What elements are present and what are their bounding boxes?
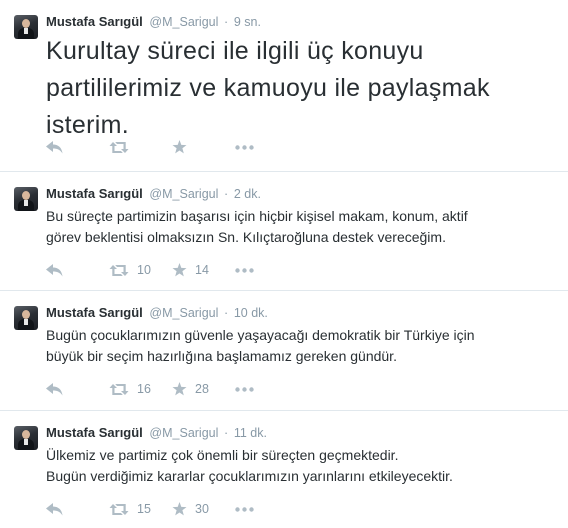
reply-icon <box>46 263 63 276</box>
author-handle[interactable]: @M_Sarigul <box>149 15 218 29</box>
retweet-button[interactable]: 10 <box>109 263 172 277</box>
more-button[interactable] <box>235 144 275 150</box>
tweet-text: Kurultay süreci ile ilgili üç konuyu part… <box>46 33 551 144</box>
favorite-button[interactable]: 30 <box>172 502 235 516</box>
tweet-timeline: Mustafa Sarıgül @M_Sarigul · 9 sn. Kurul… <box>0 0 568 528</box>
tweet-actions: 10 14 <box>46 260 275 280</box>
reply-button[interactable] <box>46 382 109 396</box>
tweet-text-line: Ülkemiz ve partimiz çok önemli bir süreç… <box>46 447 399 463</box>
more-button[interactable] <box>235 506 275 512</box>
more-button[interactable] <box>235 267 275 273</box>
author-name[interactable]: Mustafa Sarıgül <box>46 425 143 440</box>
tweet-text-line: Bugün çocuklarımızın güvenle yaşayacağı … <box>46 327 475 343</box>
favorite-count: 28 <box>195 382 209 396</box>
tweet-text-line: Bu süreçte partimizin başarısı için hiçb… <box>46 208 468 224</box>
tweet-header: Mustafa Sarıgül @M_Sarigul · 9 sn. <box>46 13 261 31</box>
tweet-actions <box>46 137 275 157</box>
author-handle[interactable]: @M_Sarigul <box>149 306 218 320</box>
separator: · <box>224 187 229 201</box>
star-icon <box>172 502 187 516</box>
tweet-timestamp[interactable]: 10 dk. <box>234 306 268 320</box>
avatar[interactable] <box>14 187 38 211</box>
tweet[interactable]: Mustafa Sarıgül @M_Sarigul · 2 dk. Bu sü… <box>0 172 568 291</box>
retweet-count: 16 <box>137 382 151 396</box>
tweet-text-line: görev beklentisi olmaksızın Sn. Kılıçtar… <box>46 229 446 245</box>
author-handle[interactable]: @M_Sarigul <box>149 187 218 201</box>
reply-button[interactable] <box>46 502 109 516</box>
star-icon <box>172 382 187 396</box>
reply-button[interactable] <box>46 263 109 277</box>
tweet-timestamp[interactable]: 2 dk. <box>234 187 261 201</box>
tweet-actions: 15 30 <box>46 499 275 519</box>
retweet-icon <box>109 383 129 395</box>
retweet-icon <box>109 141 129 153</box>
favorite-count: 14 <box>195 263 209 277</box>
separator: · <box>224 426 229 440</box>
favorite-button[interactable]: 28 <box>172 382 235 396</box>
author-name[interactable]: Mustafa Sarıgül <box>46 186 143 201</box>
more-icon <box>235 267 254 273</box>
reply-icon <box>46 502 63 515</box>
retweet-icon <box>109 264 129 276</box>
retweet-count: 10 <box>137 263 151 277</box>
retweet-button[interactable]: 15 <box>109 502 172 516</box>
reply-icon <box>46 140 63 153</box>
avatar[interactable] <box>14 306 38 330</box>
tweet-text: Bu süreçte partimizin başarısı için hiçb… <box>46 206 556 248</box>
avatar[interactable] <box>14 426 38 450</box>
tweet-timestamp[interactable]: 11 dk. <box>234 426 267 440</box>
tweet[interactable]: Mustafa Sarıgül @M_Sarigul · 9 sn. Kurul… <box>0 0 568 172</box>
retweet-button[interactable] <box>109 141 172 154</box>
star-icon <box>172 263 187 277</box>
tweet-actions: 16 28 <box>46 379 275 399</box>
more-icon <box>235 506 254 512</box>
tweet[interactable]: Mustafa Sarıgül @M_Sarigul · 10 dk. Bugü… <box>0 291 568 411</box>
separator: · <box>224 306 229 320</box>
separator: · <box>224 15 229 29</box>
tweet[interactable]: Mustafa Sarıgül @M_Sarigul · 11 dk. Ülke… <box>0 411 568 528</box>
more-icon <box>235 144 254 150</box>
reply-button[interactable] <box>46 140 109 154</box>
author-name[interactable]: Mustafa Sarıgül <box>46 305 143 320</box>
tweet-text-line: Bugün verdiğimiz kararlar çocuklarımızın… <box>46 468 453 484</box>
tweet-text: Ülkemiz ve partimiz çok önemli bir süreç… <box>46 445 556 487</box>
avatar[interactable] <box>14 15 38 39</box>
star-icon <box>172 140 187 154</box>
author-name[interactable]: Mustafa Sarıgül <box>46 14 143 29</box>
tweet-text: Bugün çocuklarımızın güvenle yaşayacağı … <box>46 325 556 367</box>
retweet-icon <box>109 503 129 515</box>
tweet-text-line: büyük bir seçim hazırlığına başlamamız g… <box>46 348 397 364</box>
retweet-button[interactable]: 16 <box>109 382 172 396</box>
tweet-header: Mustafa Sarıgül @M_Sarigul · 2 dk. <box>46 185 261 203</box>
tweet-timestamp[interactable]: 9 sn. <box>234 15 261 29</box>
favorite-count: 30 <box>195 502 209 516</box>
reply-icon <box>46 382 63 395</box>
tweet-text-line: partililerimiz ve kamuoyu ile paylaşmak <box>46 74 490 102</box>
tweet-header: Mustafa Sarıgül @M_Sarigul · 10 dk. <box>46 304 268 322</box>
more-button[interactable] <box>235 386 275 392</box>
more-icon <box>235 386 254 392</box>
favorite-button[interactable] <box>172 140 235 154</box>
retweet-count: 15 <box>137 502 151 516</box>
favorite-button[interactable]: 14 <box>172 263 235 277</box>
tweet-text-line: Kurultay süreci ile ilgili üç konuyu <box>46 37 424 65</box>
tweet-header: Mustafa Sarıgül @M_Sarigul · 11 dk. <box>46 424 267 442</box>
author-handle[interactable]: @M_Sarigul <box>149 426 218 440</box>
